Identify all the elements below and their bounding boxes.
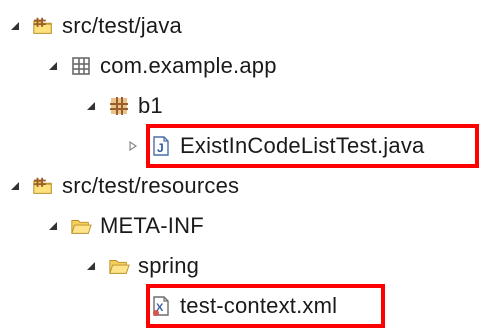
- tree-item-label: META-INF: [100, 213, 204, 238]
- expanded-arrow-icon[interactable]: [84, 259, 98, 273]
- tree-item-spring[interactable]: spring: [84, 246, 199, 286]
- tree-item-label: com.example.app: [100, 53, 277, 78]
- tree-item-com-example-app[interactable]: com.example.app: [46, 46, 277, 86]
- tree-item-label: src/test/resources: [62, 173, 240, 198]
- package-empty-icon: [70, 55, 92, 77]
- project-explorer-tree: src/test/java com.example.app b1 J Exist…: [0, 0, 489, 334]
- folder-open-icon: [70, 215, 92, 237]
- expanded-arrow-icon[interactable]: [46, 59, 60, 73]
- expanded-arrow-icon[interactable]: [84, 99, 98, 113]
- package-icon: [108, 95, 130, 117]
- highlight-box: [146, 124, 479, 168]
- tree-item-b1[interactable]: b1: [84, 86, 163, 126]
- tree-item-label: b1: [138, 93, 163, 118]
- highlight-box: [146, 284, 385, 328]
- tree-item-label: spring: [138, 253, 200, 278]
- expanded-arrow-icon[interactable]: [46, 219, 60, 233]
- tree-item-src-test-resources[interactable]: src/test/resources: [8, 166, 239, 206]
- tree-item-src-test-java[interactable]: src/test/java: [8, 6, 182, 46]
- collapsed-arrow-icon[interactable]: [126, 139, 140, 153]
- source-folder-icon: [32, 15, 54, 37]
- folder-open-icon: [108, 255, 130, 277]
- expanded-arrow-icon[interactable]: [8, 179, 22, 193]
- source-folder-icon: [32, 175, 54, 197]
- tree-item-label: src/test/java: [62, 13, 182, 38]
- tree-item-meta-inf[interactable]: META-INF: [46, 206, 204, 246]
- expanded-arrow-icon[interactable]: [8, 19, 22, 33]
